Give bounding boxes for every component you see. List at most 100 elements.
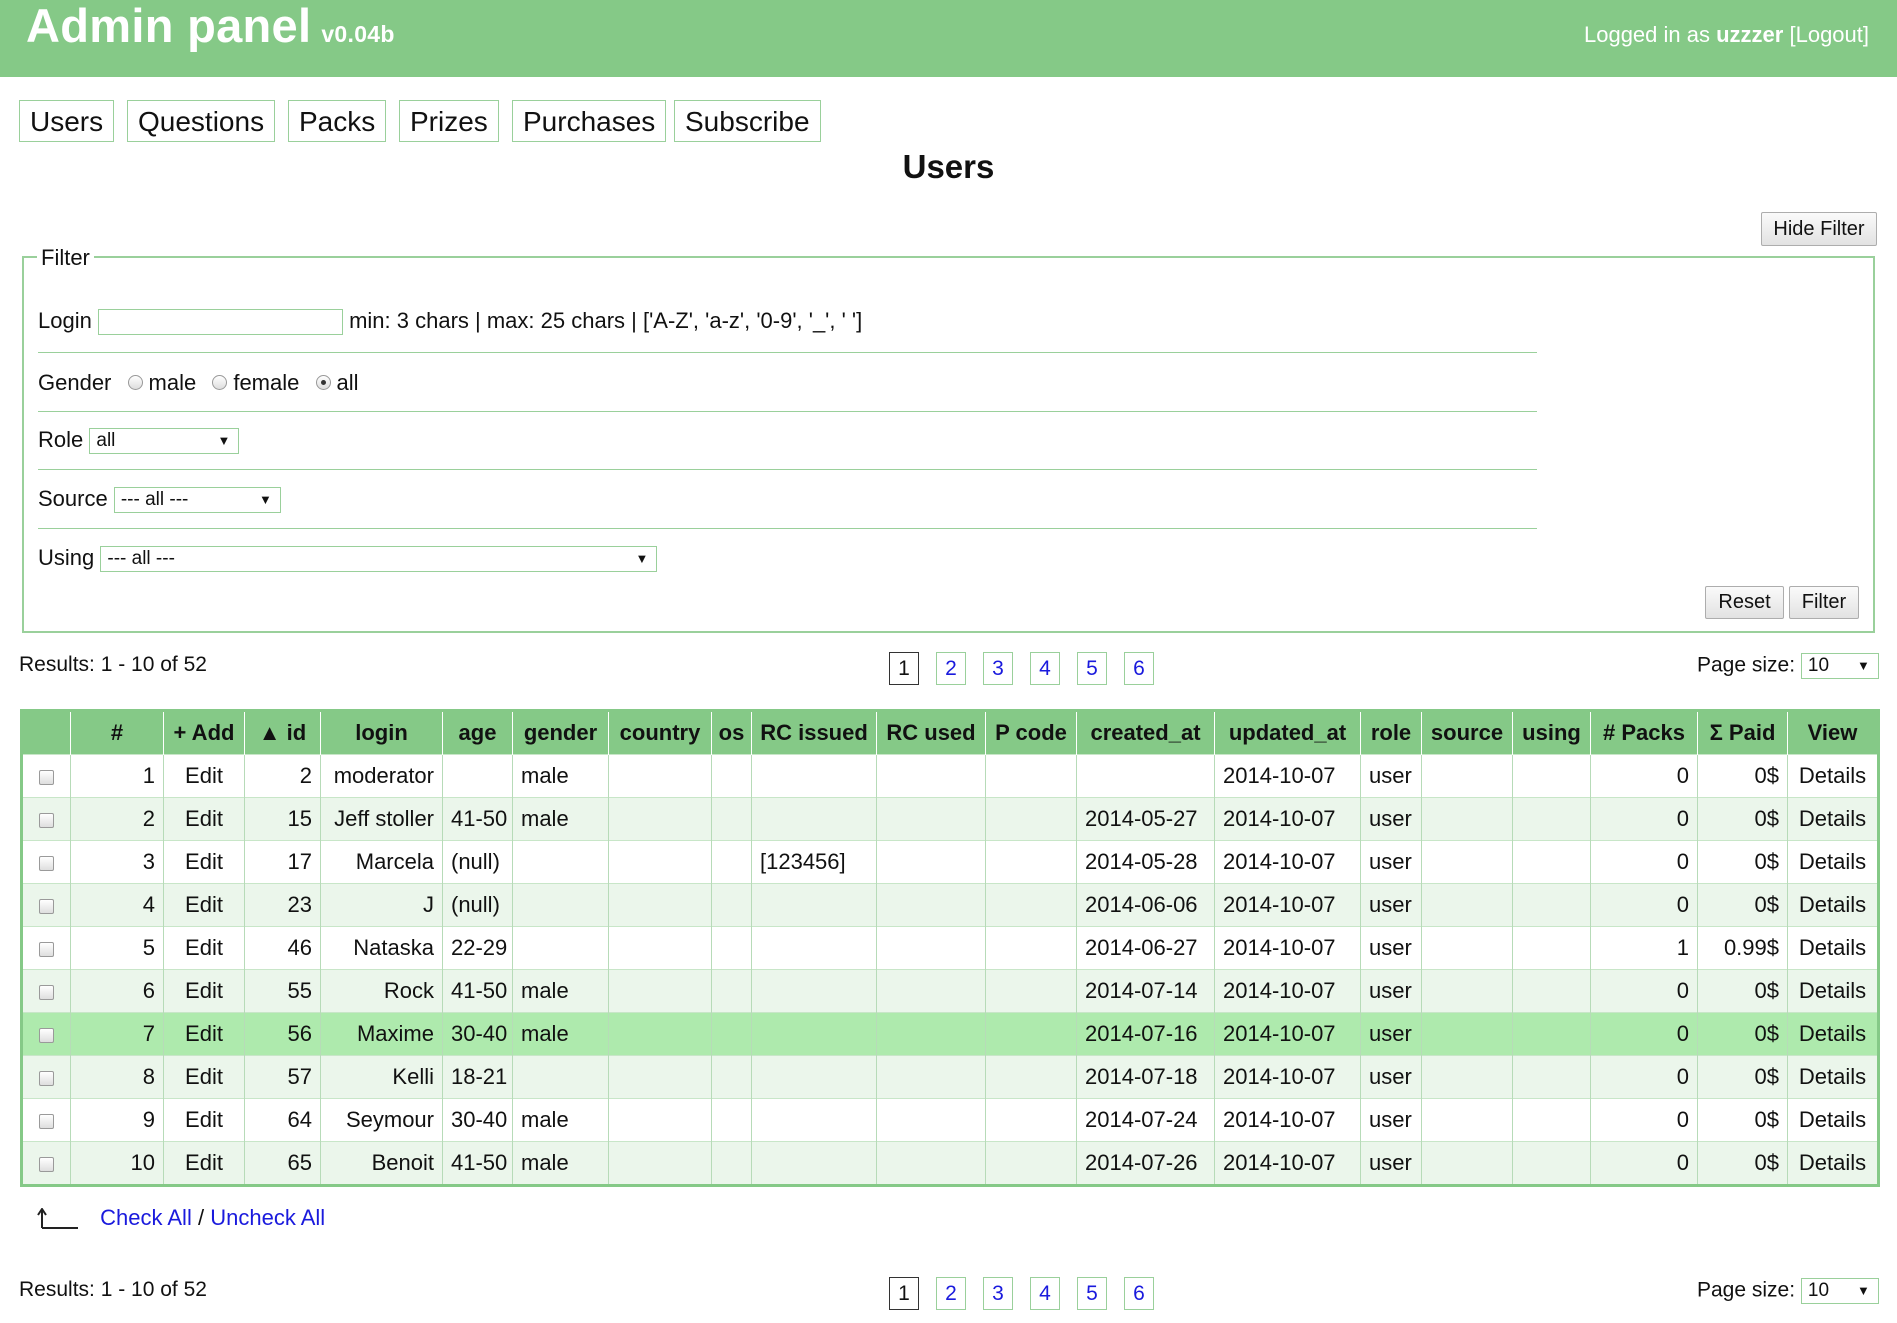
- edit-link[interactable]: Edit: [163, 926, 245, 970]
- nav-tab-questions[interactable]: Questions: [127, 100, 276, 142]
- nav-tab-prizes[interactable]: Prizes: [399, 100, 499, 142]
- select-cell: [21, 1055, 71, 1099]
- row-checkbox[interactable]: [39, 984, 54, 1000]
- gender-female-radio[interactable]: [212, 374, 228, 390]
- updated-at-value: 2014-10-07: [1214, 797, 1361, 841]
- dropdown-arrow-icon: ▼: [635, 551, 649, 567]
- user-age: (null): [442, 840, 513, 884]
- p-code-value: [985, 840, 1077, 884]
- row-checkbox[interactable]: [39, 769, 54, 785]
- user-age: [442, 754, 513, 798]
- page-4[interactable]: 4: [1030, 1277, 1060, 1310]
- page-2[interactable]: 2: [936, 652, 966, 685]
- row-checkbox[interactable]: [39, 1113, 54, 1129]
- details-link[interactable]: Details: [1787, 754, 1879, 798]
- details-link[interactable]: Details: [1787, 883, 1879, 927]
- page-size-label: Page size:: [1697, 653, 1796, 677]
- filter-divider: [38, 469, 1537, 470]
- row-checkbox[interactable]: [39, 1070, 54, 1086]
- user-source: [1421, 840, 1513, 884]
- page-3[interactable]: 3: [983, 1277, 1013, 1310]
- hide-filter-button[interactable]: Hide Filter: [1761, 212, 1877, 246]
- details-link[interactable]: Details: [1787, 1055, 1879, 1099]
- row-checkbox[interactable]: [39, 898, 54, 914]
- created-at-value: 2014-05-27: [1076, 797, 1215, 841]
- packs-count: 0: [1590, 969, 1698, 1013]
- user-role: user: [1360, 1141, 1422, 1186]
- edit-link[interactable]: Edit: [163, 1098, 245, 1142]
- page-5[interactable]: 5: [1077, 1277, 1107, 1310]
- filter-divider: [38, 528, 1537, 529]
- page-size-select[interactable]: 10 ▼: [1800, 653, 1879, 679]
- nav-tab-subscribe[interactable]: Subscribe: [674, 100, 821, 142]
- edit-link[interactable]: Edit: [163, 840, 245, 884]
- select-cell: [21, 1141, 71, 1186]
- user-id: 2: [244, 754, 321, 798]
- user-using: [1512, 883, 1591, 927]
- details-link[interactable]: Details: [1787, 969, 1879, 1013]
- user-role: user: [1360, 1055, 1422, 1099]
- source-select[interactable]: --- all --- ▼: [113, 487, 281, 514]
- logout-link[interactable]: [Logout]: [1789, 22, 1869, 47]
- edit-link[interactable]: Edit: [163, 1141, 245, 1186]
- page-4[interactable]: 4: [1030, 652, 1060, 685]
- page-6[interactable]: 6: [1124, 652, 1154, 685]
- column-header-paid: Σ Paid: [1697, 710, 1788, 755]
- page-title: Users: [902, 148, 995, 185]
- details-link[interactable]: Details: [1787, 797, 1879, 841]
- select-cell: [21, 1012, 71, 1056]
- page-size-select[interactable]: 10 ▼: [1800, 1278, 1879, 1304]
- using-select[interactable]: --- all --- ▼: [100, 546, 658, 573]
- uncheck-all-link[interactable]: Uncheck All: [210, 1205, 325, 1230]
- nav-tab-purchases[interactable]: Purchases: [512, 100, 667, 142]
- details-link[interactable]: Details: [1787, 1141, 1879, 1186]
- gender-male-radio[interactable]: [127, 374, 143, 390]
- gender-all-radio[interactable]: [315, 374, 331, 390]
- column-header-add[interactable]: + Add: [163, 710, 245, 755]
- column-header-id[interactable]: ▲ id: [244, 710, 321, 755]
- page-6[interactable]: 6: [1124, 1277, 1154, 1310]
- edit-link[interactable]: Edit: [163, 883, 245, 927]
- reset-button[interactable]: Reset: [1705, 586, 1784, 619]
- page-1[interactable]: 1: [889, 1277, 919, 1310]
- user-login: Jeff stoller: [320, 797, 443, 841]
- filter-button[interactable]: Filter: [1789, 586, 1859, 619]
- column-header-source: source: [1421, 710, 1513, 755]
- select-cell: [21, 754, 71, 798]
- row-checkbox[interactable]: [39, 941, 54, 957]
- user-login: moderator: [320, 754, 443, 798]
- edit-link[interactable]: Edit: [163, 1012, 245, 1056]
- edit-link[interactable]: Edit: [163, 754, 245, 798]
- user-role: user: [1360, 797, 1422, 841]
- row-checkbox[interactable]: [39, 855, 54, 871]
- table-row: 4 Edit 23 J (null) 2014-06-06 2014-10-07 user 0 0…: [21, 883, 1879, 927]
- nav-tab-packs[interactable]: Packs: [288, 100, 387, 142]
- edit-link[interactable]: Edit: [163, 969, 245, 1013]
- nav-tab-users[interactable]: Users: [19, 100, 115, 142]
- edit-link[interactable]: Edit: [163, 797, 245, 841]
- user-age: 22-29: [442, 926, 513, 970]
- row-checkbox[interactable]: [39, 812, 54, 828]
- role-select[interactable]: all ▼: [89, 428, 240, 455]
- login-input[interactable]: [97, 309, 343, 336]
- row-checkbox[interactable]: [39, 1156, 54, 1172]
- user-country: [608, 797, 712, 841]
- column-header-role: role: [1360, 710, 1422, 755]
- table-row: 8 Edit 57 Kelli 18-21 2014-07-18 2014-10-07 use…: [21, 1055, 1879, 1099]
- page-1[interactable]: 1: [889, 652, 919, 685]
- page-5[interactable]: 5: [1077, 652, 1107, 685]
- row-number: 3: [70, 840, 164, 884]
- check-all-link[interactable]: Check All: [100, 1205, 192, 1230]
- updated-at-value: 2014-10-07: [1214, 1141, 1361, 1186]
- details-link[interactable]: Details: [1787, 926, 1879, 970]
- page-2[interactable]: 2: [936, 1277, 966, 1310]
- details-link[interactable]: Details: [1787, 840, 1879, 884]
- details-link[interactable]: Details: [1787, 1098, 1879, 1142]
- page-3[interactable]: 3: [983, 652, 1013, 685]
- user-using: [1512, 1098, 1591, 1142]
- row-checkbox[interactable]: [39, 1027, 54, 1043]
- row-number: 10: [70, 1141, 164, 1186]
- details-link[interactable]: Details: [1787, 1012, 1879, 1056]
- gender-all-label: all: [336, 370, 359, 395]
- edit-link[interactable]: Edit: [163, 1055, 245, 1099]
